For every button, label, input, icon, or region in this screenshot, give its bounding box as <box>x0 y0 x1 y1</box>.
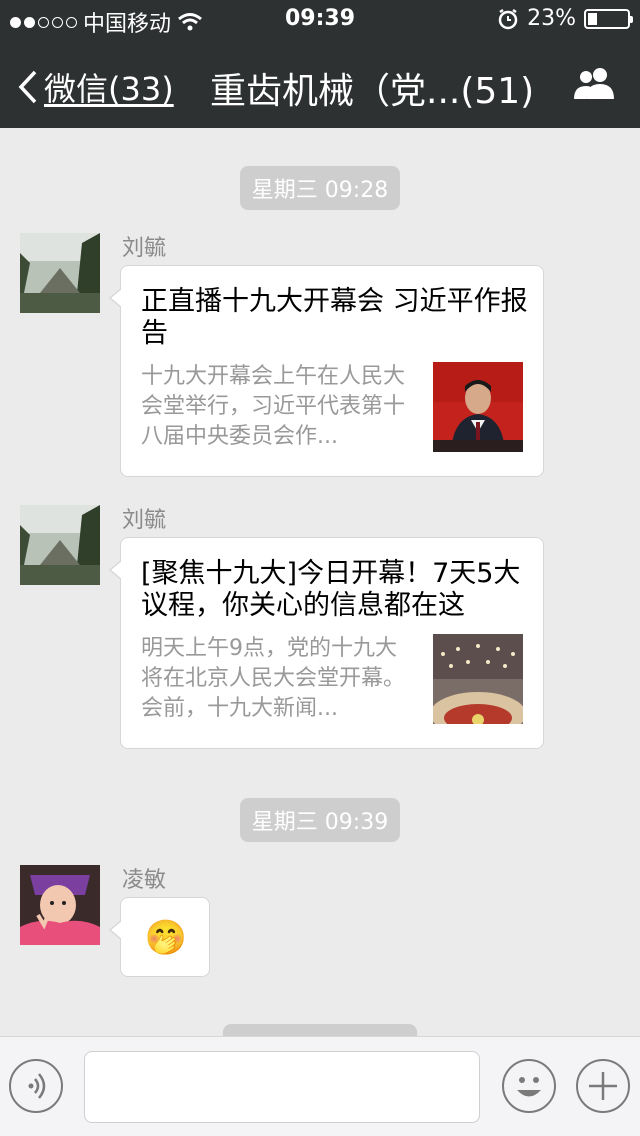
article-title: 正直播十九大开幕会 习近平作报告 <box>141 286 528 349</box>
avatar[interactable] <box>20 233 100 313</box>
sender-name: 刘毓 <box>122 508 167 533</box>
chevron-left-icon <box>18 70 37 104</box>
voice-button[interactable] <box>9 1059 63 1113</box>
alarm-icon <box>498 8 518 29</box>
sender-name: 凌敏 <box>122 868 167 893</box>
timestamp: 星期三 09:28 <box>0 166 640 210</box>
article-card[interactable]: [聚焦十九大]今日开幕！7天5大议程，你关心的信息都在这 明天上午9点，党的十九… <box>109 537 544 749</box>
chat-area[interactable]: 星期三 09:28 刘毓 正直播十九大开幕会 习近平作报告 十九大开幕会上午在人… <box>0 128 640 1036</box>
timestamp: 星期三 09:39 <box>0 798 640 842</box>
article-desc: 明天上午9点，党的十九大将在北京人民大会堂开幕。会前，十九大新闻... <box>141 636 406 721</box>
people-icon[interactable] <box>572 66 618 100</box>
battery-percent: 23% <box>527 6 576 31</box>
avatar[interactable] <box>20 865 100 945</box>
article-card[interactable]: 正直播十九大开幕会 习近平作报告 十九大开幕会上午在人民大会堂举行，习近平代表第… <box>109 265 544 477</box>
message-input[interactable] <box>84 1051 480 1123</box>
input-bar <box>0 1036 640 1136</box>
more-button[interactable] <box>576 1059 630 1113</box>
back-button[interactable]: 微信(33) <box>18 64 174 110</box>
emoji-button[interactable] <box>502 1059 556 1113</box>
back-label: 微信(33) <box>44 70 174 108</box>
plus-icon <box>589 1072 617 1100</box>
status-bar: 中国移动 09:39 23% <box>0 0 640 40</box>
emoji-content: 🤭 <box>144 918 188 958</box>
article-title: [聚焦十九大]今日开幕！7天5大议程，你关心的信息都在这 <box>141 558 521 621</box>
chat-title: 重齿机械（党...(51) <box>210 71 535 112</box>
status-right: 23% <box>497 6 633 31</box>
article-thumbnail <box>433 634 523 724</box>
avatar[interactable] <box>20 505 100 585</box>
timestamp-partial <box>0 1024 640 1036</box>
emoji-message[interactable]: 🤭 <box>109 897 210 977</box>
article-desc: 十九大开幕会上午在人民大会堂举行，习近平代表第十八届中央委员会作... <box>141 364 406 449</box>
battery-icon <box>584 8 633 29</box>
voice-icon <box>28 1073 46 1099</box>
sender-name: 刘毓 <box>122 236 167 261</box>
nav-bar: 微信(33) 重齿机械（党...(51) <box>0 40 640 128</box>
smiley-icon <box>517 1077 541 1097</box>
article-thumbnail <box>433 362 523 452</box>
